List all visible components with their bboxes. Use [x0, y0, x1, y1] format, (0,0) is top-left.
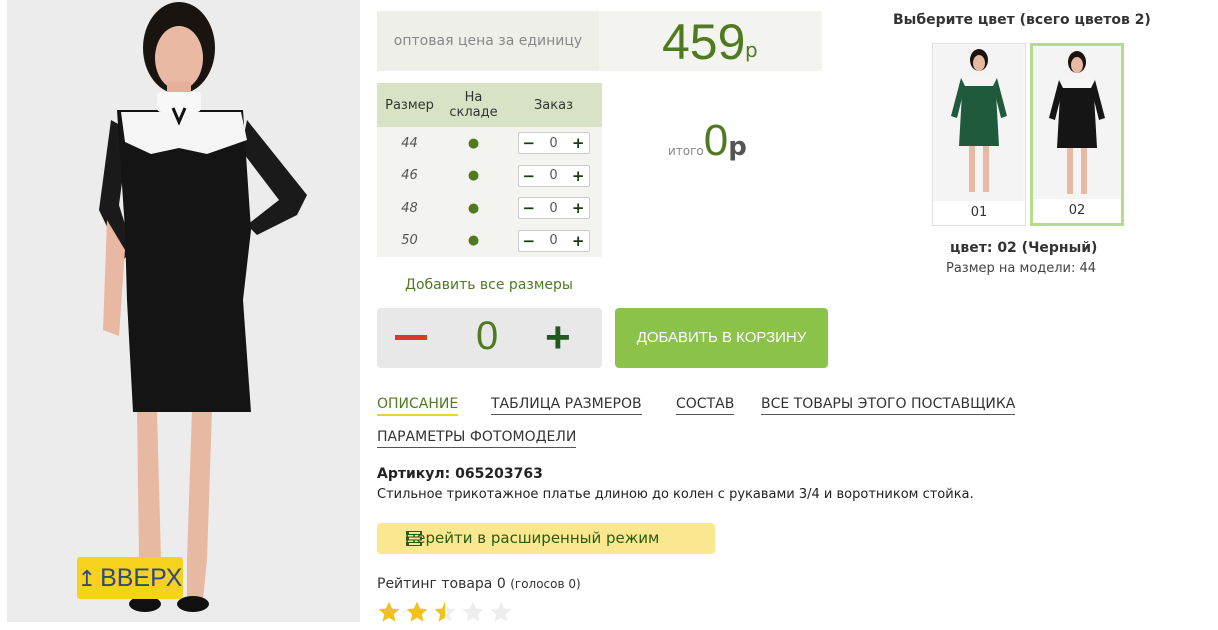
quantity-increase-button[interactable]: + — [545, 316, 571, 360]
arrow-up-icon: ↥ — [77, 566, 97, 591]
size-quantity-value[interactable]: 0 — [549, 136, 557, 151]
star-icon[interactable] — [433, 600, 457, 624]
star-icon[interactable] — [461, 600, 485, 624]
table-row: 46 ● −0 + — [377, 160, 602, 193]
increase-button[interactable]: + — [572, 167, 585, 185]
stock-indicator: ● — [467, 168, 480, 184]
rating-stars[interactable] — [377, 600, 513, 626]
decrease-button[interactable]: − — [523, 134, 536, 152]
table-row: 48 ● −0 + — [377, 192, 602, 225]
model-illustration — [7, 0, 360, 622]
increase-button[interactable]: + — [572, 232, 585, 250]
increase-button[interactable]: + — [572, 199, 585, 217]
scroll-up-button[interactable]: ↥ ВВЕРХ — [77, 557, 183, 599]
add-to-cart-button[interactable]: ДОБАВИТЬ В КОРЗИНУ — [615, 308, 828, 368]
advanced-mode-label: Перейти в расширенный режим — [405, 529, 660, 547]
color-picker-title: Выберите цвет (всего цветов 2) — [893, 12, 1151, 28]
product-rating: Рейтинг товара 0 (голосов 0) — [377, 576, 581, 592]
column-stock: На складе — [442, 83, 505, 127]
table-header-row: Размер На складе Заказ — [377, 83, 602, 127]
stock-indicator: ● — [467, 135, 480, 151]
price-currency: р — [745, 38, 758, 62]
tab-supplier-products[interactable]: ВСЕ ТОВАРЫ ЭТОГО ПОСТАВЩИКА — [761, 396, 1016, 415]
list-icon — [406, 531, 422, 546]
stock-indicator: ● — [467, 233, 480, 249]
color-option[interactable]: 01 — [932, 43, 1026, 226]
decrease-button[interactable]: − — [523, 232, 536, 250]
article-number: Артикул: 065203763 — [377, 466, 543, 482]
size-value: 50 — [401, 233, 418, 249]
table-row: 50 ● −0 + — [377, 225, 602, 258]
tab-size-chart[interactable]: ТАБЛИЦА РАЗМЕРОВ — [491, 396, 642, 415]
color-option-label: 02 — [1033, 199, 1121, 223]
rating-votes: (голосов 0) — [510, 577, 581, 591]
star-icon[interactable] — [489, 600, 513, 624]
quantity-value: 0 — [476, 314, 499, 358]
tab-description[interactable]: ОПИСАНИЕ — [377, 396, 459, 416]
price-label: оптовая цена за единицу — [393, 33, 583, 49]
table-row: 44 ● −0 + — [377, 127, 602, 160]
product-page: ↥ ВВЕРХ оптовая цена за единицу 459 р Раз… — [0, 0, 1218, 630]
total-label: итого — [668, 144, 704, 158]
decrease-button[interactable]: − — [523, 199, 536, 217]
add-all-sizes-link[interactable]: Добавить все размеры — [405, 277, 573, 293]
size-quantity-stepper: −0 + — [517, 164, 590, 187]
color-thumbnail-image — [1033, 48, 1121, 203]
model-size: Размер на модели: 44 — [946, 261, 1097, 276]
rating-text: Рейтинг товара 0 — [377, 576, 506, 592]
size-quantity-stepper: −0 + — [517, 197, 590, 220]
size-quantity-value[interactable]: 0 — [549, 201, 557, 216]
price-value: 459 — [662, 14, 746, 70]
order-cell: −0 + — [505, 160, 602, 193]
order-cell: −0 + — [505, 192, 602, 225]
order-total: итого0р — [668, 116, 747, 166]
size-quantity-stepper: −0 + — [517, 229, 590, 252]
size-quantity-value[interactable]: 0 — [549, 168, 557, 183]
size-value: 44 — [401, 135, 418, 151]
size-quantity-stepper: −0 + — [517, 132, 590, 155]
size-order-table: Размер На складе Заказ 44 ● −0 +46 ● −0 +48 ● −0… — [377, 83, 602, 257]
color-option[interactable]: 02 — [1030, 43, 1124, 226]
column-size: Размер — [377, 83, 442, 127]
advanced-mode-button[interactable]: Перейти в расширенный режим — [377, 523, 715, 554]
product-description: Стильное трикотажное платье длиною до ко… — [377, 487, 974, 502]
color-option-label: 01 — [933, 201, 1025, 225]
total-value: 0 — [703, 116, 729, 165]
column-order: Заказ — [505, 83, 602, 127]
color-thumbnail-image — [935, 46, 1023, 201]
size-value: 46 — [401, 168, 418, 184]
tab-composition[interactable]: СОСТАВ — [676, 396, 735, 415]
star-icon[interactable] — [405, 600, 429, 624]
selected-color: цвет: 02 (Черный) — [950, 240, 1098, 256]
decrease-button[interactable]: − — [523, 167, 536, 185]
increase-button[interactable]: + — [572, 134, 585, 152]
order-cell: −0 + — [505, 127, 602, 160]
stock-indicator: ● — [467, 200, 480, 216]
quantity-decrease-button[interactable] — [393, 322, 429, 352]
order-cell: −0 + — [505, 225, 602, 258]
star-icon[interactable] — [377, 600, 401, 624]
tab-model-parameters[interactable]: ПАРАМЕТРЫ ФОТОМОДЕЛИ — [377, 429, 577, 448]
total-currency: р — [728, 132, 747, 162]
product-photo[interactable]: ↥ ВВЕРХ — [7, 0, 360, 622]
size-value: 48 — [401, 200, 418, 216]
size-quantity-value[interactable]: 0 — [549, 233, 557, 248]
